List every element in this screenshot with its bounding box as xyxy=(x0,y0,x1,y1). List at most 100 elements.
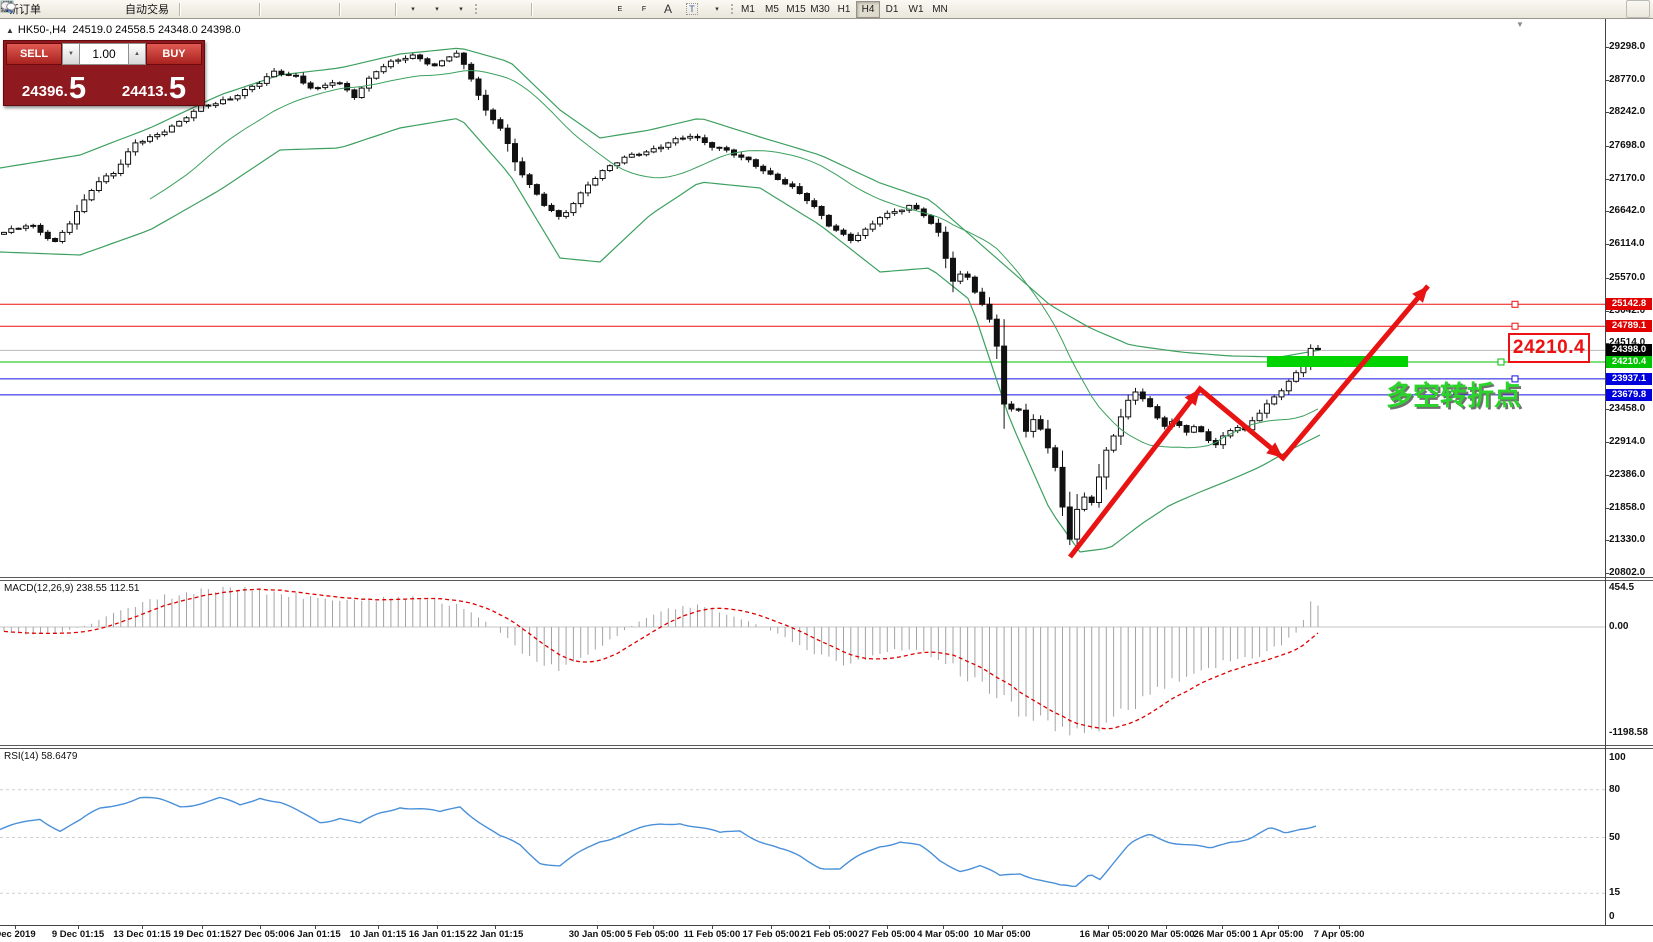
rsi-label: RSI(14) 58.6479 xyxy=(4,751,78,762)
fibonacci-tool-button[interactable]: F xyxy=(1,0,656,18)
crosshair-tool-button[interactable] xyxy=(1,0,528,18)
price-tick-mark xyxy=(1605,47,1609,48)
main-price-chart[interactable] xyxy=(0,19,1653,577)
auto-scroll-button[interactable] xyxy=(0,0,368,18)
price-badge: 25142.8 xyxy=(1606,298,1652,310)
toolbar-grip xyxy=(730,2,734,16)
timeframe-MN[interactable]: MN xyxy=(928,1,952,18)
fibonacci-label: F xyxy=(641,5,647,13)
vertical-line-tool-button[interactable] xyxy=(5,0,560,18)
arrows-tool-button[interactable]: ▾ xyxy=(1,0,728,18)
rsi-axis-tick: 0 xyxy=(1609,911,1615,922)
timeframe-W1[interactable]: W1 xyxy=(904,1,928,18)
rsi-axis-tick: 80 xyxy=(1609,784,1621,795)
macd-axis-tick: 0.00 xyxy=(1609,621,1629,632)
one-click-trading-panel: SELL ▼ ▲ BUY 24396.5 24413.5 xyxy=(3,40,205,106)
rsi-value: 58.6479 xyxy=(41,751,78,762)
rsi-axis-tick: 100 xyxy=(1609,752,1626,763)
time-axis[interactable]: Dec 2019 9 Dec 01:15 13 Dec 01:1519 Dec 01… xyxy=(0,926,1653,942)
volume-increase-button[interactable]: ▲ xyxy=(128,43,146,65)
time-label: 27 Feb 05:00 xyxy=(858,929,916,940)
time-label: 22 Jan 01:15 xyxy=(466,929,524,940)
profiles-button[interactable] xyxy=(0,0,94,18)
time-label: 30 Jan 05:00 xyxy=(568,929,626,940)
time-label: 20 Mar 05:00 xyxy=(1137,929,1195,940)
price-tick-mark xyxy=(1605,573,1609,574)
buy-button[interactable]: BUY xyxy=(146,43,202,65)
chart-shift-button[interactable] xyxy=(0,0,392,18)
period-selector-button[interactable]: ▾ xyxy=(0,0,448,18)
panel-divider[interactable] xyxy=(0,577,1653,581)
price-tick: 27698.0 xyxy=(1609,140,1646,151)
chat-button[interactable] xyxy=(0,0,1650,18)
market-watch-button[interactable] xyxy=(0,0,70,18)
macd-indicator-panel[interactable] xyxy=(0,580,1653,745)
volume-input[interactable] xyxy=(80,43,128,65)
channel-label: E xyxy=(617,5,623,13)
price-tick: 29298.0 xyxy=(1609,41,1646,52)
rsi-axis-tick: 15 xyxy=(1609,887,1621,898)
text-tool-button[interactable]: A xyxy=(656,0,680,18)
chart-shift-marker-icon[interactable]: ▼ xyxy=(1516,20,1524,29)
timeframe-H1[interactable]: H1 xyxy=(832,1,856,18)
volume-decrease-button[interactable]: ▼ xyxy=(62,43,80,65)
timeframe-M15[interactable]: M15 xyxy=(784,1,808,18)
panel-divider[interactable] xyxy=(0,745,1653,749)
time-label: 1 Apr 05:00 xyxy=(1252,929,1304,940)
zoom-out-button[interactable] xyxy=(1,0,312,18)
price-main: 24413. xyxy=(121,83,168,100)
price-tick: 28242.0 xyxy=(1609,106,1646,117)
sell-button[interactable]: SELL xyxy=(6,43,62,65)
macd-label: MACD(12,26,9) 238.55 112.51 xyxy=(4,583,140,594)
timeframe-M1[interactable]: M1 xyxy=(736,1,760,18)
price-tick: 22914.0 xyxy=(1609,436,1646,447)
price-tick: 22386.0 xyxy=(1609,469,1646,480)
dropdown-caret-icon: ▾ xyxy=(411,6,415,13)
bar-chart-button[interactable] xyxy=(1,0,208,18)
line-chart-button[interactable] xyxy=(0,0,256,18)
price-tick-mark xyxy=(1605,278,1609,279)
template-button[interactable]: ▾ xyxy=(0,0,472,18)
timeframe-D1[interactable]: D1 xyxy=(880,1,904,18)
tile-windows-button[interactable] xyxy=(0,0,336,18)
navigator-button[interactable] xyxy=(0,0,118,18)
autotrading-button[interactable]: 自动交易 xyxy=(1,0,176,18)
toolbar-separator xyxy=(395,2,397,16)
trendline-tool-button[interactable] xyxy=(1,0,608,18)
time-label: 26 Mar 05:00 xyxy=(1193,929,1251,940)
text-label-tool-button[interactable]: T xyxy=(680,0,704,18)
macd-signal-value: 112.51 xyxy=(109,583,140,594)
timeframe-M5[interactable]: M5 xyxy=(760,1,784,18)
toolbar-grip xyxy=(474,2,478,16)
sell-price[interactable]: 24396. 5 xyxy=(4,66,104,104)
price-tick-mark xyxy=(1605,475,1609,476)
time-label: 19 Dec 01:15 xyxy=(173,929,231,940)
symbol-title: HK50-,H4 xyxy=(17,24,67,36)
price-tick: 25570.0 xyxy=(1609,272,1646,283)
rsi-indicator-panel[interactable] xyxy=(0,748,1653,925)
time-label: 27 Dec 05:00 xyxy=(231,929,289,940)
time-label: 16 Jan 01:15 xyxy=(408,929,466,940)
price-badge: 23937.1 xyxy=(1606,373,1652,385)
add-indicator-button[interactable]: ▾ xyxy=(0,0,424,18)
turning-point-annotation: 多空转折点 xyxy=(1386,381,1521,411)
horizontal-line-tool-button[interactable] xyxy=(1,0,584,18)
collapse-arrow-icon[interactable]: ▲ xyxy=(6,26,14,35)
price-tick-mark xyxy=(1605,409,1609,410)
timeframe-M30[interactable]: M30 xyxy=(808,1,832,18)
cursor-tool-button[interactable] xyxy=(3,0,504,18)
channel-tool-button[interactable]: E xyxy=(0,0,632,18)
price-tick: 21858.0 xyxy=(1609,502,1646,513)
price-tick: 21330.0 xyxy=(1609,534,1646,545)
toolbar-separator xyxy=(259,2,261,16)
zoom-in-button[interactable] xyxy=(1,0,288,18)
rsi-axis-tick: 50 xyxy=(1609,832,1621,843)
buy-price[interactable]: 24413. 5 xyxy=(104,66,204,104)
price-badge: 24210.4 xyxy=(1606,356,1652,368)
timeframe-H4[interactable]: H4 xyxy=(856,0,880,18)
price-tick: 26114.0 xyxy=(1609,238,1645,249)
price-main: 24396. xyxy=(21,83,68,100)
candlestick-chart-button[interactable] xyxy=(1,0,232,18)
text-tool-icon: A xyxy=(663,2,672,16)
search-button[interactable] xyxy=(1,0,1626,18)
